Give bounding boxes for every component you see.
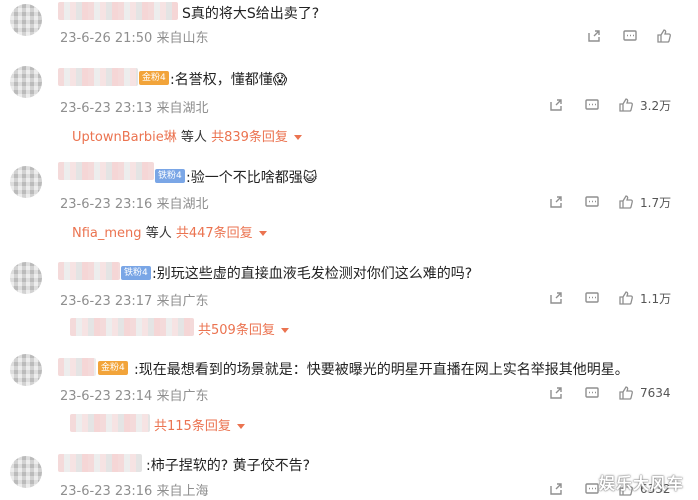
avatar[interactable] xyxy=(10,166,42,198)
thumbs-up-icon xyxy=(619,195,633,209)
share-icon xyxy=(588,30,600,42)
reply-username-blurred[interactable] xyxy=(70,318,194,336)
chevron-down-icon xyxy=(293,135,302,140)
watermark: 娱乐大风车 xyxy=(598,474,684,493)
share-button[interactable] xyxy=(548,96,564,114)
comment-meta: 23-6-23 23:16 来自湖北 xyxy=(60,197,209,212)
comment-icon xyxy=(585,483,599,494)
comment-meta: 23-6-23 23:13 来自湖北 xyxy=(60,101,209,116)
reply-summary[interactable]: 共115条回复 xyxy=(154,415,245,434)
avatar[interactable] xyxy=(10,262,42,294)
avatar[interactable] xyxy=(10,354,42,386)
like-button[interactable]: 1.1万 xyxy=(618,289,671,307)
fan-badge: 铁粉4 xyxy=(155,169,185,183)
share-icon xyxy=(550,196,562,208)
comment-meta: 23-6-23 23:16 来自上海 xyxy=(60,484,209,499)
avatar[interactable] xyxy=(10,4,42,36)
reply-count[interactable]: 共509条回复 xyxy=(198,323,275,338)
comment-text: S真的将大S给出卖了? xyxy=(182,6,320,22)
reply-summary[interactable]: 共509条回复 xyxy=(198,319,289,338)
share-icon xyxy=(550,387,562,399)
comment-item: 金粉4 :现在最想看到的场景就是：快要被曝光的明星开直播在网上实名举报其他明星。… xyxy=(0,350,698,440)
comment-text: :名誉权，懂都懂😱 xyxy=(170,72,288,88)
share-button[interactable] xyxy=(586,27,602,45)
comment-text: :现在最想看到的场景就是：快要被曝光的明星开直播在网上实名举报其他明星。 xyxy=(134,362,629,378)
comment-meta: 23-6-23 23:17 来自广东 xyxy=(60,294,209,309)
comment-button[interactable] xyxy=(622,27,638,45)
reply-count[interactable]: 共839条回复 xyxy=(211,130,288,145)
like-count: 3.2万 xyxy=(640,98,672,113)
reply-username[interactable]: UptownBarbie琳 xyxy=(72,130,177,145)
comment-button[interactable] xyxy=(584,480,600,498)
username-blurred[interactable] xyxy=(58,162,154,180)
comment-item: 铁粉4 :验一个不比啥都强😺 23-6-23 23:16 来自湖北 1.7万 N… xyxy=(0,156,698,248)
comment-button[interactable] xyxy=(584,384,600,402)
share-icon xyxy=(550,99,562,111)
comment-text: :验一个不比啥都强😺 xyxy=(186,170,318,186)
share-icon xyxy=(550,483,562,495)
comment-icon xyxy=(585,196,599,207)
chevron-down-icon xyxy=(236,424,245,429)
username-blurred[interactable] xyxy=(58,262,120,280)
chevron-down-icon xyxy=(280,328,289,333)
like-button[interactable]: 3.2万 xyxy=(618,96,671,114)
comment-button[interactable] xyxy=(584,193,600,211)
comment-button[interactable] xyxy=(584,289,600,307)
reply-username[interactable]: Nfia_meng xyxy=(72,226,142,241)
comment-meta: 23-6-23 23:14 来自广东 xyxy=(60,389,209,404)
reply-summary[interactable]: Nfia_meng 等人 共447条回复 xyxy=(72,222,267,241)
comment-text: :别玩这些虚的直接血液毛发检测对你们这么难的吗? xyxy=(152,266,473,282)
share-button[interactable] xyxy=(548,384,564,402)
thumbs-up-icon xyxy=(619,98,633,112)
username-blurred[interactable] xyxy=(58,68,138,86)
avatar[interactable] xyxy=(10,456,42,488)
username-blurred[interactable] xyxy=(58,358,96,376)
like-count: 1.1万 xyxy=(640,291,672,306)
like-count: 1.7万 xyxy=(640,195,672,210)
like-count: 7634 xyxy=(640,386,671,400)
fan-badge: 铁粉4 xyxy=(121,266,151,280)
comment-meta: 23-6-26 21:50 来自山东 xyxy=(60,31,209,46)
reply-etc: 等人 xyxy=(180,130,207,145)
like-button[interactable]: 1.7万 xyxy=(618,193,671,211)
like-button[interactable]: 7634 xyxy=(618,384,671,402)
comment-text: :柿子捏软的? 黄子佼不告? xyxy=(146,458,311,474)
chevron-down-icon xyxy=(258,231,267,236)
share-button[interactable] xyxy=(548,480,564,498)
comment-item: :柿子捏软的? 黄子佼不告? 23-6-23 23:16 来自上海 6332 xyxy=(0,448,698,500)
reply-count[interactable]: 共115条回复 xyxy=(154,419,231,434)
fan-badge: 金粉4 xyxy=(98,361,128,375)
comment-icon xyxy=(585,99,599,110)
reply-etc: 等人 xyxy=(145,226,172,241)
fan-badge: 金粉4 xyxy=(139,71,169,85)
comment-item: 金粉4 :名誉权，懂都懂😱 23-6-23 23:13 来自湖北 3.2万 Up… xyxy=(0,62,698,152)
username-blurred[interactable] xyxy=(58,2,178,20)
comment-icon xyxy=(585,387,599,398)
comment-icon xyxy=(623,30,637,41)
share-button[interactable] xyxy=(548,289,564,307)
like-button[interactable] xyxy=(656,27,678,45)
avatar[interactable] xyxy=(10,66,42,98)
share-icon xyxy=(550,292,562,304)
thumbs-up-icon xyxy=(657,29,671,43)
share-button[interactable] xyxy=(548,193,564,211)
username-blurred[interactable] xyxy=(58,454,142,472)
reply-count[interactable]: 共447条回复 xyxy=(176,226,253,241)
reply-summary[interactable]: UptownBarbie琳 等人 共839条回复 xyxy=(72,126,302,145)
thumbs-up-icon xyxy=(619,291,633,305)
comment-button[interactable] xyxy=(584,96,600,114)
thumbs-up-icon xyxy=(619,386,633,400)
comment-icon xyxy=(585,292,599,303)
comment-item: 铁粉4 :别玩这些虚的直接血液毛发检测对你们这么难的吗? 23-6-23 23:… xyxy=(0,254,698,342)
comment-item: S真的将大S给出卖了? 23-6-26 21:50 来自山东 xyxy=(0,0,698,60)
reply-username-blurred[interactable] xyxy=(70,414,150,432)
